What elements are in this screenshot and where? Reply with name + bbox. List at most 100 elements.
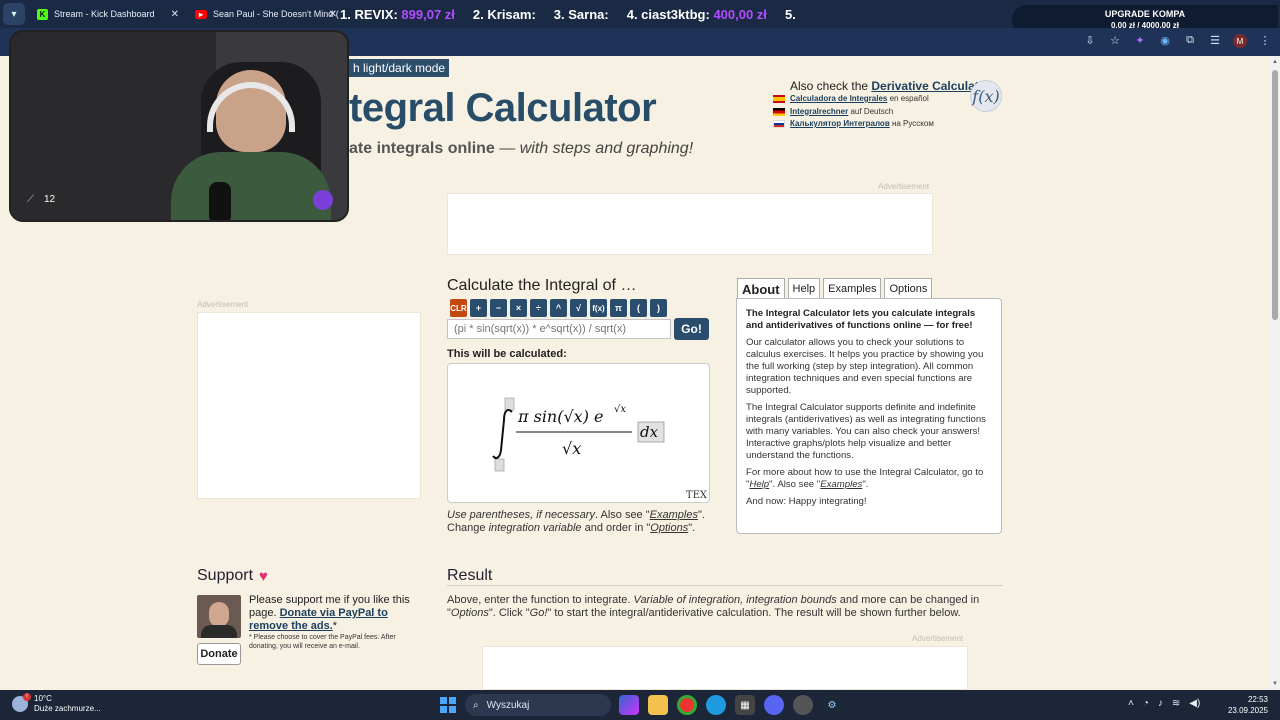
key-clear[interactable]: CLR <box>450 299 467 317</box>
sidebar-icon[interactable]: ☰ <box>1208 34 1222 48</box>
page-scrollbar[interactable]: ▲ ▼ <box>1270 56 1280 690</box>
also-check-prefix: Also check the <box>790 79 872 93</box>
language-link-line: Калькулятор Интегралов на Русском <box>790 118 934 131</box>
file-explorer-icon[interactable] <box>648 695 668 715</box>
heart-icon: ♥ <box>259 567 268 585</box>
key-pi[interactable]: π <box>610 299 627 317</box>
author-photo <box>197 595 241 638</box>
input-hint: Use parentheses, if necessary. Also see … <box>447 509 705 535</box>
ranking-name: 5. <box>784 6 796 22</box>
scrollbar-thumb[interactable] <box>1272 70 1278 320</box>
microphone-tray-icon[interactable]: ♪ <box>1158 698 1163 709</box>
language-link[interactable]: Integralrechner <box>790 107 848 116</box>
key-minus[interactable]: − <box>490 299 507 317</box>
scroll-down-icon[interactable]: ▼ <box>1272 681 1278 687</box>
integral-sign <box>492 409 513 459</box>
viewers-icon: ⟋ <box>27 194 34 205</box>
store-icon[interactable]: ▦ <box>735 695 755 715</box>
ad-label: Advertisement <box>197 300 249 309</box>
language-item-es: Calculadora de Integrales en español <box>773 93 934 106</box>
hint-quote-end: ". <box>697 509 705 521</box>
chrome-alt-icon[interactable] <box>793 695 813 715</box>
about-help-link[interactable]: Help <box>749 479 769 490</box>
ad-banner-bottom <box>482 646 968 690</box>
weather-widget[interactable]: ! 10°C Duże zachmurze... <box>12 693 101 714</box>
tex-badge[interactable]: TEX <box>686 490 707 501</box>
tray-chevron-up-icon[interactable]: ˄ <box>1128 698 1134 709</box>
result-heading: Result <box>447 567 493 584</box>
scroll-up-icon[interactable]: ▲ <box>1272 59 1278 65</box>
result-t1: Above, enter the function to integrate. <box>447 594 634 606</box>
formula-denominator: √x <box>562 439 581 458</box>
network-icon[interactable]: ◔ <box>1143 698 1149 709</box>
support-title: Support <box>197 567 254 584</box>
hint-examples-link[interactable]: Examples <box>650 509 698 521</box>
close-icon[interactable]: ✕ <box>329 9 337 20</box>
browser-tab-youtube[interactable]: ▸ Sean Paul - She Doesn't Mind ( ✕ <box>187 0 345 28</box>
result-t4: Options <box>450 607 489 619</box>
extension-icon[interactable]: ◉ <box>1158 34 1172 48</box>
support-asterisk: * <box>332 620 338 632</box>
edge-icon[interactable] <box>706 695 726 715</box>
volume-icon[interactable]: ◀) <box>1189 698 1200 709</box>
key-divide[interactable]: ÷ <box>530 299 547 317</box>
taskbar-clock[interactable]: 22:53 23.09.2025 <box>1226 694 1268 716</box>
language-link-line: Integralrechner auf Deutsch <box>790 106 893 119</box>
copilot-icon[interactable] <box>619 695 639 715</box>
install-app-icon[interactable]: ⇩ <box>1083 34 1097 48</box>
ranking-entry-2: 2. Krisam: <box>473 7 536 22</box>
ranking-amount: 899,07 zł <box>401 6 455 22</box>
extension-icon[interactable]: ✦ <box>1133 34 1147 48</box>
language-link[interactable]: Калькулятор Интегралов <box>790 119 890 128</box>
taskbar-search[interactable]: ⌕ Wyszukaj <box>465 694 611 716</box>
tab-help[interactable]: Help <box>787 278 821 298</box>
tab-search-button[interactable]: ▾ <box>3 3 25 25</box>
ad-label: Advertisement <box>912 634 964 643</box>
bookmark-star-icon[interactable]: ☆ <box>1108 34 1122 48</box>
tab-about[interactable]: About <box>737 278 785 299</box>
taskbar-apps: ▦ ⚙ <box>619 695 842 715</box>
ad-label: Advertisement <box>878 182 930 191</box>
differential-dx: dx <box>640 423 659 441</box>
language-suffix: auf Deutsch <box>848 106 894 116</box>
key-multiply[interactable]: × <box>510 299 527 317</box>
function-input[interactable] <box>447 319 671 339</box>
viewer-count: 12 <box>44 194 56 205</box>
info-tabs: About Help Examples Options <box>737 278 933 299</box>
language-links: Calculadora de Integrales en español Int… <box>773 93 934 131</box>
go-button[interactable]: Go! <box>674 318 709 340</box>
webcam-person-body <box>171 152 331 220</box>
key-open-paren[interactable]: ( <box>630 299 647 317</box>
tab-options[interactable]: Options <box>884 278 933 298</box>
derivative-fx-icon[interactable]: f(x) <box>970 80 1002 112</box>
ad-banner-side <box>197 312 421 499</box>
input-keypad: CLR + − × ÷ ^ √ f(x) π ( ) <box>450 299 667 317</box>
key-close-paren[interactable]: ) <box>650 299 667 317</box>
lower-bound-placeholder <box>494 458 505 472</box>
tab-examples[interactable]: Examples <box>823 278 882 298</box>
close-icon[interactable]: ✕ <box>171 9 179 20</box>
more-menu-icon[interactable]: ⋮ <box>1258 34 1272 48</box>
chrome-icon[interactable] <box>677 695 697 715</box>
about-examples-link[interactable]: Examples <box>820 479 862 490</box>
about-paragraph-4: And now: Happy integrating! <box>746 496 867 507</box>
key-power[interactable]: ^ <box>550 299 567 317</box>
discord-icon[interactable] <box>764 695 784 715</box>
extensions-puzzle-icon[interactable]: ⧉ <box>1183 34 1197 48</box>
key-sqrt[interactable]: √ <box>570 299 587 317</box>
windows-start-icon[interactable] <box>440 697 456 713</box>
hint-integration-variable: integration variable <box>488 522 582 534</box>
light-dark-mode-toggle[interactable]: h light/dark mode <box>349 59 450 77</box>
formula-preview: π sin(√x) e √x √x dx TEX <box>447 363 710 503</box>
key-function[interactable]: f(x) <box>590 299 607 317</box>
donate-button[interactable]: Donate <box>197 643 241 665</box>
wifi-icon[interactable]: ≋ <box>1172 698 1180 709</box>
language-link[interactable]: Calculadora de Integrales <box>790 94 887 103</box>
result-t6: Go! <box>529 607 548 619</box>
profile-avatar[interactable]: M <box>1233 34 1247 48</box>
key-plus[interactable]: + <box>470 299 487 317</box>
steam-icon[interactable]: ⚙ <box>822 695 842 715</box>
browser-tab-kick[interactable]: K Stream - Kick Dashboard ✕ <box>29 0 187 28</box>
hint-options-link[interactable]: Options <box>650 522 688 534</box>
ranking-name: 2. Krisam: <box>472 6 536 22</box>
